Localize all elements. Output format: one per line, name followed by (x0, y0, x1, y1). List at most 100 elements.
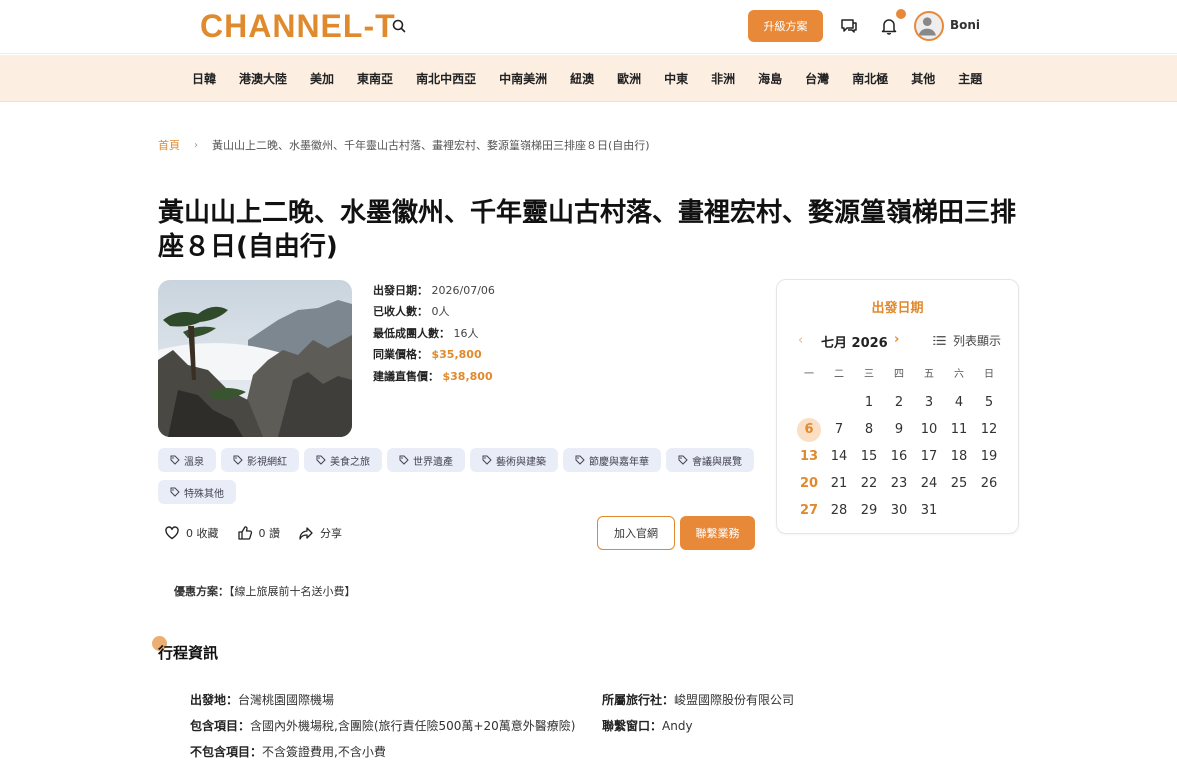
calendar-day[interactable]: 4 (944, 389, 974, 416)
tag-label: 節慶與嘉年華 (589, 456, 649, 468)
calendar-day[interactable]: 1 (854, 389, 884, 416)
tag-icon (233, 455, 243, 465)
promo-value: 【線上旅展前十名送小費】 (229, 585, 356, 598)
category-nav: 日韓 港澳大陸 美加 東南亞 南北中西亞 中南美洲 紐澳 歐洲 中東 非洲 海島 台灣 南北極 其他 主題 (0, 55, 1177, 102)
promo: 優惠方案：【線上旅展前十名送小費】 (174, 583, 356, 599)
share-button[interactable]: 分享 (298, 525, 342, 541)
calendar-day[interactable]: 16 (884, 443, 914, 470)
calendar-day[interactable]: 12 (974, 416, 1004, 443)
favorite-label: 0 收藏 (186, 527, 219, 540)
calendar-day[interactable]: 30 (884, 497, 914, 524)
calendar-empty-cell (824, 389, 854, 416)
agency-value: 峻盟國際股份有限公司 (674, 693, 795, 707)
favorite-button[interactable]: 0 收藏 (164, 525, 219, 541)
bell-icon[interactable] (879, 16, 899, 36)
category-item[interactable]: 海島 (758, 70, 782, 87)
calendar-day[interactable]: 7 (824, 416, 854, 443)
calendar-day[interactable]: 31 (914, 497, 944, 524)
calendar-day[interactable]: 2 (884, 389, 914, 416)
category-item[interactable]: 南北中西亞 (416, 70, 476, 87)
chat-icon[interactable] (839, 16, 859, 36)
peer-price-value: $35,800 (431, 348, 482, 362)
heart-icon (165, 526, 179, 540)
calendar-day[interactable]: 9 (884, 416, 914, 443)
tag-icon (316, 455, 326, 465)
calendar-day[interactable]: 23 (884, 470, 914, 497)
weekday-label: 二 (834, 368, 844, 380)
like-button[interactable]: 0 讚 (237, 525, 280, 541)
peer-price-label: 同業價格： (373, 348, 428, 362)
category-item[interactable]: 港澳大陸 (239, 70, 287, 87)
calendar-day[interactable]: 27 (794, 497, 824, 524)
calendar-day[interactable]: 26 (974, 470, 1004, 497)
category-item[interactable]: 中東 (664, 70, 688, 87)
tag-label: 藝術與建築 (496, 456, 546, 468)
search-icon[interactable] (391, 18, 407, 34)
tag-chip[interactable]: 藝術與建築 (470, 448, 558, 472)
thumbs-up-icon (237, 526, 252, 540)
calendar-day[interactable]: 11 (944, 416, 974, 443)
category-item[interactable]: 南北極 (852, 70, 888, 87)
weekday-label: 五 (924, 368, 934, 380)
category-item[interactable]: 東南亞 (357, 70, 393, 87)
calendar-next-button[interactable]: › (894, 332, 899, 347)
top-header: CHANNEL-T 升級方案 Boni (0, 0, 1177, 54)
retail-price-label: 建議直售價： (373, 369, 439, 383)
calendar-day[interactable]: 3 (914, 389, 944, 416)
tag-chip[interactable]: 節慶與嘉年華 (563, 448, 661, 472)
share-label: 分享 (320, 527, 342, 540)
calendar-day[interactable]: 13 (794, 443, 824, 470)
calendar-day[interactable]: 25 (944, 470, 974, 497)
add-to-site-button[interactable]: 加入官網 (597, 516, 675, 550)
upgrade-plan-button[interactable]: 升級方案 (748, 10, 823, 42)
tag-chip[interactable]: 美食之旅 (304, 448, 382, 472)
calendar-day-selected[interactable]: 6 (794, 416, 824, 443)
calendar-day[interactable]: 20 (794, 470, 824, 497)
tag-chip[interactable]: 世界遺產 (387, 448, 465, 472)
page-title: 黃山山上二晚、水墨徽州、千年靈山古村落、畫裡宏村、婺源篁嶺梯田三排座８日(自由行… (158, 198, 1017, 262)
calendar-day[interactable]: 21 (824, 470, 854, 497)
departure-label: 出發日期： (373, 284, 428, 297)
calendar-day[interactable]: 8 (854, 416, 884, 443)
breadcrumb-home[interactable]: 首頁 (158, 137, 180, 153)
category-item[interactable]: 紐澳 (570, 70, 594, 87)
avatar[interactable] (914, 11, 944, 41)
category-item[interactable]: 美加 (310, 70, 334, 87)
category-item[interactable]: 其他 (911, 70, 935, 87)
channel-t-logo[interactable]: CHANNEL-T (200, 8, 396, 45)
category-item[interactable]: 中南美洲 (499, 70, 547, 87)
excluded-value: 不含簽證費用,不含小費 (262, 745, 386, 759)
list-view-button[interactable]: 列表顯示 (932, 332, 1001, 349)
tag-chip[interactable]: 溫泉 (158, 448, 216, 472)
tag-chip[interactable]: 會議與展覽 (666, 448, 754, 472)
retail-price-value: $38,800 (442, 369, 493, 383)
breadcrumb-current: 黃山山上二晚、水墨徽州、千年靈山古村落、畫裡宏村、婺源篁嶺梯田三排座８日(自由行… (212, 139, 650, 152)
calendar-day[interactable]: 22 (854, 470, 884, 497)
calendar-day[interactable]: 29 (854, 497, 884, 524)
weekday-label: 三 (864, 368, 874, 380)
calendar-day[interactable]: 19 (974, 443, 1004, 470)
category-item[interactable]: 台灣 (805, 70, 829, 87)
calendar-day[interactable]: 14 (824, 443, 854, 470)
category-item[interactable]: 非洲 (711, 70, 735, 87)
contact-sales-button[interactable]: 聯繫業務 (680, 516, 755, 550)
calendar-prev-button[interactable]: ‹ (798, 333, 803, 348)
calendar-day[interactable]: 15 (854, 443, 884, 470)
share-icon (299, 527, 313, 540)
calendar-day[interactable]: 28 (824, 497, 854, 524)
category-item[interactable]: 日韓 (192, 70, 216, 87)
category-item[interactable]: 主題 (958, 70, 982, 87)
tag-icon (170, 487, 180, 497)
username[interactable]: Boni (950, 18, 980, 32)
calendar-day[interactable]: 24 (914, 470, 944, 497)
tag-chip[interactable]: 影視網紅 (221, 448, 299, 472)
tag-chip[interactable]: 特殊其他 (158, 480, 236, 504)
category-item[interactable]: 歐洲 (617, 70, 641, 87)
action-row: 0 收藏 0 讚 分享 (164, 525, 360, 541)
calendar-day[interactable]: 17 (914, 443, 944, 470)
calendar-day[interactable]: 5 (974, 389, 1004, 416)
user-icon (918, 17, 936, 36)
departure-calendar: 出發日期 ‹ 七月 2026 › 列表顯示 一二三四五六日 1 2 3 4 5 6 7 8 9 10… (776, 279, 1019, 534)
calendar-day[interactable]: 18 (944, 443, 974, 470)
calendar-day[interactable]: 10 (914, 416, 944, 443)
